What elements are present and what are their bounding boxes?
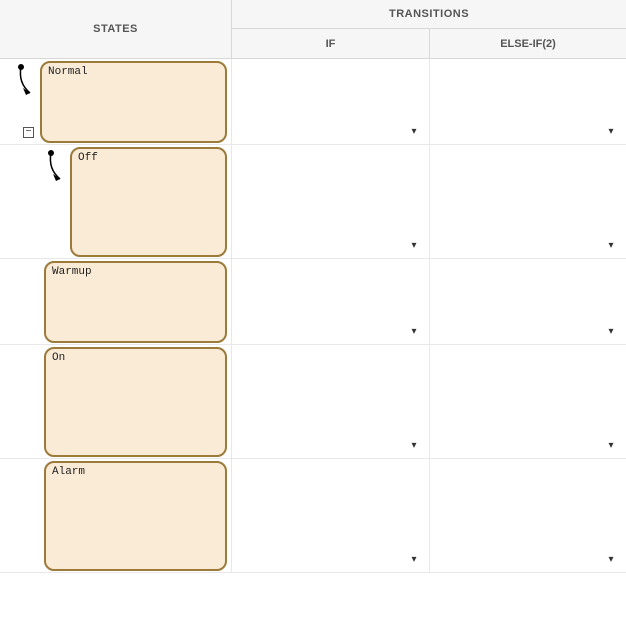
state-label: Alarm — [52, 466, 85, 478]
collapse-icon[interactable]: − — [23, 127, 34, 138]
table-row: Off ▾ ▾ — [0, 145, 626, 259]
state-cell-off[interactable]: Off — [0, 145, 232, 258]
caret-down-icon[interactable]: ▾ — [604, 324, 618, 338]
caret-down-icon[interactable]: ▾ — [407, 238, 421, 252]
if-cell[interactable]: ▾ — [232, 59, 429, 144]
state-label: Warmup — [52, 266, 92, 278]
if-cell[interactable]: ▾ — [232, 345, 429, 458]
transition-cells: ▾ ▾ — [232, 259, 626, 344]
state-table-body: Normal − ▾ ▾ — [0, 59, 626, 573]
transition-cells: ▾ ▾ — [232, 345, 626, 458]
if-column-header: IF — [232, 29, 429, 58]
initial-state-arrow-icon — [44, 147, 68, 187]
table-row: Alarm ▾ ▾ — [0, 459, 626, 573]
caret-down-icon[interactable]: ▾ — [604, 438, 618, 452]
caret-down-icon[interactable]: ▾ — [407, 324, 421, 338]
table-row: Normal − ▾ ▾ — [0, 59, 626, 145]
if-cell[interactable]: ▾ — [232, 459, 429, 572]
state-cell-on[interactable]: On — [0, 345, 232, 458]
caret-down-icon[interactable]: ▾ — [407, 438, 421, 452]
state-box[interactable]: Normal — [40, 61, 227, 143]
table-row: On ▾ ▾ — [0, 345, 626, 459]
elseif-cell[interactable]: ▾ — [429, 59, 626, 144]
caret-down-icon[interactable]: ▾ — [407, 124, 421, 138]
state-cell-warmup[interactable]: Warmup — [0, 259, 232, 344]
states-column-header: STATES — [0, 0, 232, 58]
state-label: Off — [78, 152, 98, 164]
transitions-subheader: IF ELSE-IF(2) — [232, 29, 626, 58]
caret-down-icon[interactable]: ▾ — [604, 238, 618, 252]
transition-cells: ▾ ▾ — [232, 145, 626, 258]
elseif-cell[interactable]: ▾ — [429, 259, 626, 344]
state-box[interactable]: Warmup — [44, 261, 227, 343]
caret-down-icon[interactable]: ▾ — [604, 552, 618, 566]
caret-down-icon[interactable]: ▾ — [407, 552, 421, 566]
initial-state-arrow-icon — [14, 61, 38, 101]
elseif-cell[interactable]: ▾ — [429, 345, 626, 458]
caret-down-icon[interactable]: ▾ — [604, 124, 618, 138]
state-box[interactable]: On — [44, 347, 227, 457]
elseif-cell[interactable]: ▾ — [429, 459, 626, 572]
state-label: Normal — [48, 66, 88, 78]
elseif-cell[interactable]: ▾ — [429, 145, 626, 258]
transitions-column-group: TRANSITIONS IF ELSE-IF(2) — [232, 0, 626, 58]
state-cell-alarm[interactable]: Alarm — [0, 459, 232, 572]
transition-cells: ▾ ▾ — [232, 459, 626, 572]
state-box[interactable]: Alarm — [44, 461, 227, 571]
if-cell[interactable]: ▾ — [232, 259, 429, 344]
state-cell-normal[interactable]: Normal − — [0, 59, 232, 144]
transitions-header: TRANSITIONS — [232, 0, 626, 29]
state-box[interactable]: Off — [70, 147, 227, 257]
state-label: On — [52, 352, 65, 364]
table-row: Warmup ▾ ▾ — [0, 259, 626, 345]
transition-cells: ▾ ▾ — [232, 59, 626, 144]
elseif-column-header: ELSE-IF(2) — [429, 29, 626, 58]
if-cell[interactable]: ▾ — [232, 145, 429, 258]
header-row: STATES TRANSITIONS IF ELSE-IF(2) — [0, 0, 626, 59]
